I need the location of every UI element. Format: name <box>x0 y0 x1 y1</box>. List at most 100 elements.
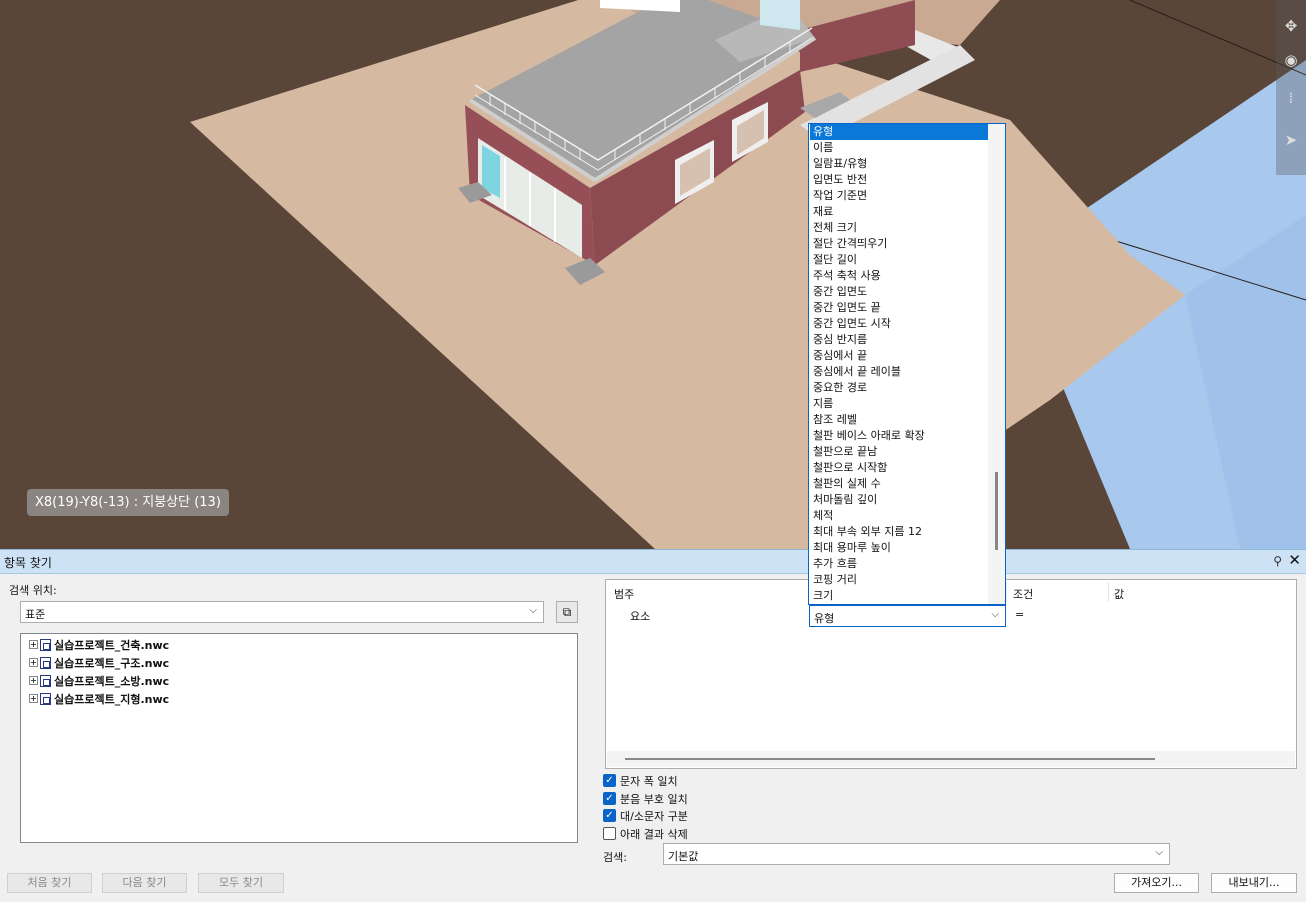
dropdown-option[interactable]: 전체 크기 <box>810 220 988 236</box>
search-in-label: 검색 위치: <box>9 584 57 597</box>
horizontal-scrollbar[interactable] <box>607 751 1295 767</box>
column-header-category[interactable]: 범주 <box>614 586 634 602</box>
chevron-down-icon: ⌵ <box>991 609 999 620</box>
option-label: 아래 결과 삭제 <box>620 827 688 841</box>
find-items-panel: 항목 찾기 ⚲ ✕ 검색 위치: 표준 ⌵ ⧉ + 실습프로젝트_건축.nwc … <box>0 549 1306 902</box>
column-header-condition[interactable]: 조건 <box>1013 586 1033 602</box>
dropdown-option[interactable]: 재료 <box>810 204 988 220</box>
find-first-button[interactable]: 처음 찾기 <box>7 873 92 893</box>
chevron-down-icon: ⌵ <box>529 605 537 616</box>
find-next-button[interactable]: 다음 찾기 <box>102 873 187 893</box>
checkbox-checked-icon[interactable]: ✓ <box>603 809 616 822</box>
navigation-bar: ✥ ◉ ⁞ ➤ <box>1276 0 1306 175</box>
tree-item[interactable]: + 실습프로젝트_지형.nwc <box>29 690 169 707</box>
expand-icon[interactable]: + <box>29 658 38 667</box>
tree-item-label: 실습프로젝트_구조.nwc <box>54 656 170 670</box>
import-button[interactable]: 가져오기... <box>1114 873 1199 893</box>
dropdown-option[interactable]: 절단 간격띄우기 <box>810 236 988 252</box>
dropdown-scrollbar[interactable] <box>988 124 1005 604</box>
dropdown-option[interactable]: 처마돌림 깊이 <box>810 492 988 508</box>
steering-wheel-icon[interactable]: ✥ <box>1279 14 1303 38</box>
close-icon[interactable]: ✕ <box>1288 551 1301 569</box>
checkbox-checked-icon[interactable]: ✓ <box>603 774 616 787</box>
select-arrow-icon[interactable]: ➤ <box>1279 128 1303 152</box>
match-case-checkbox[interactable]: ✓ 대/소문자 구분 <box>603 808 688 823</box>
tree-item[interactable]: + 실습프로젝트_건축.nwc <box>29 636 169 653</box>
chevron-down-icon: ⌵ <box>1155 847 1163 858</box>
selection-tree[interactable]: + 실습프로젝트_건축.nwc + 실습프로젝트_구조.nwc + 실습프로젝트… <box>20 633 578 843</box>
file-icon <box>40 638 51 651</box>
dropdown-option[interactable]: 중심에서 끝 레이블 <box>810 364 988 380</box>
dropdown-option[interactable]: 최대 용마루 높이 <box>810 540 988 556</box>
dropdown-option[interactable]: 일람표/유형 <box>810 156 988 172</box>
tree-item-label: 실습프로젝트_지형.nwc <box>54 692 170 706</box>
tree-item-label: 실습프로젝트_소방.nwc <box>54 674 170 688</box>
dropdown-option[interactable]: 중심 반지름 <box>810 332 988 348</box>
row-condition-cell[interactable]: = <box>1015 608 1024 621</box>
dropdown-option[interactable]: 중심에서 끝 <box>810 348 988 364</box>
tree-item-label: 실습프로젝트_건축.nwc <box>54 638 170 652</box>
dropdown-option[interactable]: 이름 <box>810 140 988 156</box>
dropdown-option[interactable]: 주석 축척 사용 <box>810 268 988 284</box>
dropdown-option[interactable]: 중간 입면도 끝 <box>810 300 988 316</box>
dropdown-option[interactable]: 유형 <box>810 124 988 140</box>
row-category-cell[interactable]: 요소 <box>630 608 650 624</box>
option-label: 분음 부호 일치 <box>620 792 688 806</box>
dropdown-option[interactable]: 중간 입면도 시작 <box>810 316 988 332</box>
checkbox-checked-icon[interactable]: ✓ <box>603 792 616 805</box>
element-hover-label: X8(19)-Y8(-13) : 지붕상단 (13) <box>27 489 229 516</box>
conditions-grid[interactable]: 범주 조건 값 요소 유형 ⌵ = <box>605 579 1297 769</box>
dropdown-option[interactable]: 철판으로 시작함 <box>810 460 988 476</box>
expand-icon[interactable]: + <box>29 694 38 703</box>
tree-item[interactable]: + 실습프로젝트_구조.nwc <box>29 654 169 671</box>
dropdown-option[interactable]: 참조 레벨 <box>810 412 988 428</box>
dropdown-option[interactable]: 최대 부속 외부 지름 12 <box>810 524 988 540</box>
file-icon <box>40 656 51 669</box>
search-mode-select[interactable]: 기본값 ⌵ <box>663 843 1170 865</box>
dropdown-option[interactable]: 절단 길이 <box>810 252 988 268</box>
panel-title: 항목 찾기 <box>4 556 52 570</box>
dropdown-option[interactable]: 중요한 경로 <box>810 380 988 396</box>
dropdown-option[interactable]: 철판 베이스 아래로 확장 <box>810 428 988 444</box>
dropdown-option[interactable]: 중간 입면도 <box>810 284 988 300</box>
search-mode-label: 검색: <box>603 851 627 864</box>
prune-below-checkbox[interactable]: 아래 결과 삭제 <box>603 826 688 841</box>
dropdown-option[interactable]: 지름 <box>810 396 988 412</box>
dropdown-option[interactable]: 철판으로 끝남 <box>810 444 988 460</box>
export-button[interactable]: 내보내기... <box>1211 873 1297 893</box>
dropdown-option[interactable]: 작업 기준면 <box>810 188 988 204</box>
orbit-icon[interactable]: ◉ <box>1279 48 1303 72</box>
column-separator <box>1006 582 1007 602</box>
find-all-button[interactable]: 모두 찾기 <box>198 873 284 893</box>
dropdown-option[interactable]: 코핑 거리 <box>810 572 988 588</box>
model-scene <box>0 0 1306 549</box>
column-separator <box>1108 582 1109 602</box>
property-select[interactable]: 유형 ⌵ <box>809 605 1006 627</box>
search-in-select[interactable]: 표준 ⌵ <box>20 601 544 623</box>
checkbox-empty-icon[interactable] <box>603 827 616 840</box>
walk-icon[interactable]: ⁞ <box>1279 86 1303 110</box>
expand-icon[interactable]: + <box>29 676 38 685</box>
dropdown-option[interactable]: 체적 <box>810 508 988 524</box>
scrollbar-thumb[interactable] <box>625 758 1155 760</box>
property-dropdown-list[interactable]: 유형 이름 일람표/유형 입면도 반전 작업 기준면 재료 전체 크기 절단 간… <box>808 123 1006 605</box>
column-header-value[interactable]: 값 <box>1114 586 1124 602</box>
dropdown-option[interactable]: 크기 <box>810 588 988 604</box>
match-width-checkbox[interactable]: ✓ 문자 폭 일치 <box>603 773 678 788</box>
3d-viewport[interactable]: ✥ ◉ ⁞ ➤ X8(19)-Y8(-13) : 지붕상단 (13) <box>0 0 1306 549</box>
file-icon <box>40 674 51 687</box>
scrollbar-thumb[interactable] <box>995 472 998 550</box>
search-in-value: 표준 <box>25 608 46 621</box>
dropdown-option[interactable]: 추가 흐름 <box>810 556 988 572</box>
tree-item[interactable]: + 실습프로젝트_소방.nwc <box>29 672 169 689</box>
pin-icon[interactable]: ⚲ <box>1273 554 1282 568</box>
option-label: 대/소문자 구분 <box>620 809 688 823</box>
match-diacritics-checkbox[interactable]: ✓ 분음 부호 일치 <box>603 791 688 806</box>
dropdown-option[interactable]: 철판의 실제 수 <box>810 476 988 492</box>
search-mode-value: 기본값 <box>668 850 699 863</box>
expand-icon[interactable]: + <box>29 640 38 649</box>
option-label: 문자 폭 일치 <box>620 774 678 788</box>
property-value: 유형 <box>814 612 835 625</box>
new-window-button[interactable]: ⧉ <box>556 601 578 623</box>
dropdown-option[interactable]: 입면도 반전 <box>810 172 988 188</box>
